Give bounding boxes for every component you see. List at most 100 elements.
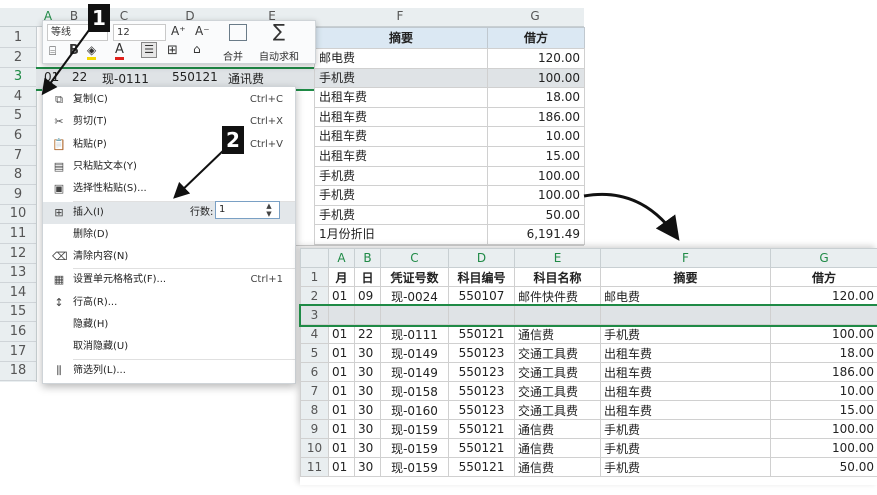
cell-E[interactable]: 交通工具费 [514,400,601,420]
cell-A[interactable]: 01 [328,400,355,420]
cell-A[interactable]: 01 [328,324,355,344]
row-number[interactable]: 1 [300,267,329,287]
row-number[interactable]: 9 [300,419,329,439]
cell-G[interactable]: 50.00 [770,457,877,477]
cell-C[interactable]: 现-0160 [380,400,449,420]
cell-D[interactable]: 550121 [448,419,515,439]
cell-A[interactable]: 01 [328,286,355,306]
cell-F[interactable]: 出租车费 [600,343,771,363]
row-number[interactable]: 2 [300,286,329,306]
cell-C[interactable]: 现-0158 [380,381,449,401]
cell-G[interactable]: 15.00 [770,400,877,420]
header-account-name[interactable]: 科目名称 [514,267,601,287]
cell-C[interactable]: 现-0111 [380,324,449,344]
column-header-C[interactable]: C [380,248,449,268]
row-number[interactable]: 11 [300,457,329,477]
cell-D[interactable] [448,305,515,325]
cell-C[interactable]: 现-0149 [380,362,449,382]
cell-B[interactable]: 30 [354,362,381,382]
table-row: 7 01 30 现-0158 550123 交通工具费 出租车费 10.00 [300,381,877,401]
cell-E[interactable]: 交通工具费 [514,343,601,363]
cell-B[interactable]: 30 [354,419,381,439]
cell-C[interactable] [380,305,449,325]
cell-A[interactable]: 01 [328,362,355,382]
cell-B[interactable]: 30 [354,438,381,458]
cell-C[interactable]: 现-0159 [380,457,449,477]
cell-A[interactable]: 01 [328,381,355,401]
cell-F[interactable]: 出租车费 [600,400,771,420]
cell-G[interactable]: 120.00 [770,286,877,306]
row-number[interactable]: 3 [300,305,329,325]
cell-D[interactable]: 550123 [448,400,515,420]
cell-C[interactable]: 现-0159 [380,419,449,439]
cell-B[interactable]: 30 [354,381,381,401]
cell-E[interactable]: 通信费 [514,438,601,458]
header-account-code[interactable]: 科目编号 [448,267,515,287]
cell-D[interactable]: 550107 [448,286,515,306]
cell-G[interactable]: 10.00 [770,381,877,401]
cell-A[interactable]: 01 [328,343,355,363]
cell-B[interactable]: 22 [354,324,381,344]
cell-F[interactable]: 出租车费 [600,362,771,382]
bottom-spreadsheet: A B C D E F G 1 月 日 凭证号数 科目编号 科目名称 摘要 借方… [298,248,877,485]
cell-F[interactable]: 手机费 [600,419,771,439]
cell-A[interactable]: 01 [328,457,355,477]
cell-B[interactable]: 09 [354,286,381,306]
cell-D[interactable]: 550123 [448,381,515,401]
cell-C[interactable]: 现-0159 [380,438,449,458]
cell-D[interactable]: 550121 [448,438,515,458]
cell-D[interactable]: 550121 [448,457,515,477]
row-number[interactable]: 10 [300,438,329,458]
column-header-D[interactable]: D [448,248,515,268]
cell-G[interactable]: 18.00 [770,343,877,363]
header-month[interactable]: 月 [328,267,355,287]
cell-C[interactable]: 现-0149 [380,343,449,363]
cell-E[interactable]: 邮件快件费 [514,286,601,306]
cell-G[interactable]: 100.00 [770,438,877,458]
cell-D[interactable]: 550123 [448,362,515,382]
cell-E[interactable]: 交通工具费 [514,381,601,401]
cell-D[interactable]: 550123 [448,343,515,363]
corner-cell[interactable] [300,248,329,268]
row-number[interactable]: 5 [300,343,329,363]
row-number[interactable]: 4 [300,324,329,344]
row-number[interactable]: 8 [300,400,329,420]
cell-E[interactable]: 交通工具费 [514,362,601,382]
cell-E[interactable] [514,305,601,325]
cell-C[interactable]: 现-0024 [380,286,449,306]
row-number[interactable]: 6 [300,362,329,382]
column-header-G[interactable]: G [770,248,877,268]
cell-F[interactable]: 手机费 [600,457,771,477]
cell-B[interactable]: 30 [354,400,381,420]
cell-E[interactable]: 通信费 [514,324,601,344]
table-row: 6 01 30 现-0149 550123 交通工具费 出租车费 186.00 [300,362,877,382]
cell-G[interactable]: 186.00 [770,362,877,382]
cell-F[interactable]: 手机费 [600,324,771,344]
cell-A[interactable] [328,305,355,325]
cell-F[interactable] [600,305,771,325]
header-day[interactable]: 日 [354,267,381,287]
cell-G[interactable]: 100.00 [770,419,877,439]
cell-B[interactable] [354,305,381,325]
column-header-B[interactable]: B [354,248,381,268]
cell-A[interactable]: 01 [328,419,355,439]
cell-F[interactable]: 邮电费 [600,286,771,306]
cell-A[interactable]: 01 [328,438,355,458]
column-header-F[interactable]: F [600,248,771,268]
cell-B[interactable]: 30 [354,343,381,363]
cell-B[interactable]: 30 [354,457,381,477]
header-voucher[interactable]: 凭证号数 [380,267,449,287]
cell-D[interactable]: 550121 [448,324,515,344]
table-row: 8 01 30 现-0160 550123 交通工具费 出租车费 15.00 [300,400,877,420]
row-number[interactable]: 7 [300,381,329,401]
cell-F[interactable]: 出租车费 [600,381,771,401]
column-header-E[interactable]: E [514,248,601,268]
cell-G[interactable]: 100.00 [770,324,877,344]
header-debit[interactable]: 借方 [770,267,877,287]
cell-E[interactable]: 通信费 [514,457,601,477]
cell-F[interactable]: 手机费 [600,438,771,458]
header-summary[interactable]: 摘要 [600,267,771,287]
cell-E[interactable]: 通信费 [514,419,601,439]
cell-G[interactable] [770,305,877,325]
column-header-A[interactable]: A [328,248,355,268]
